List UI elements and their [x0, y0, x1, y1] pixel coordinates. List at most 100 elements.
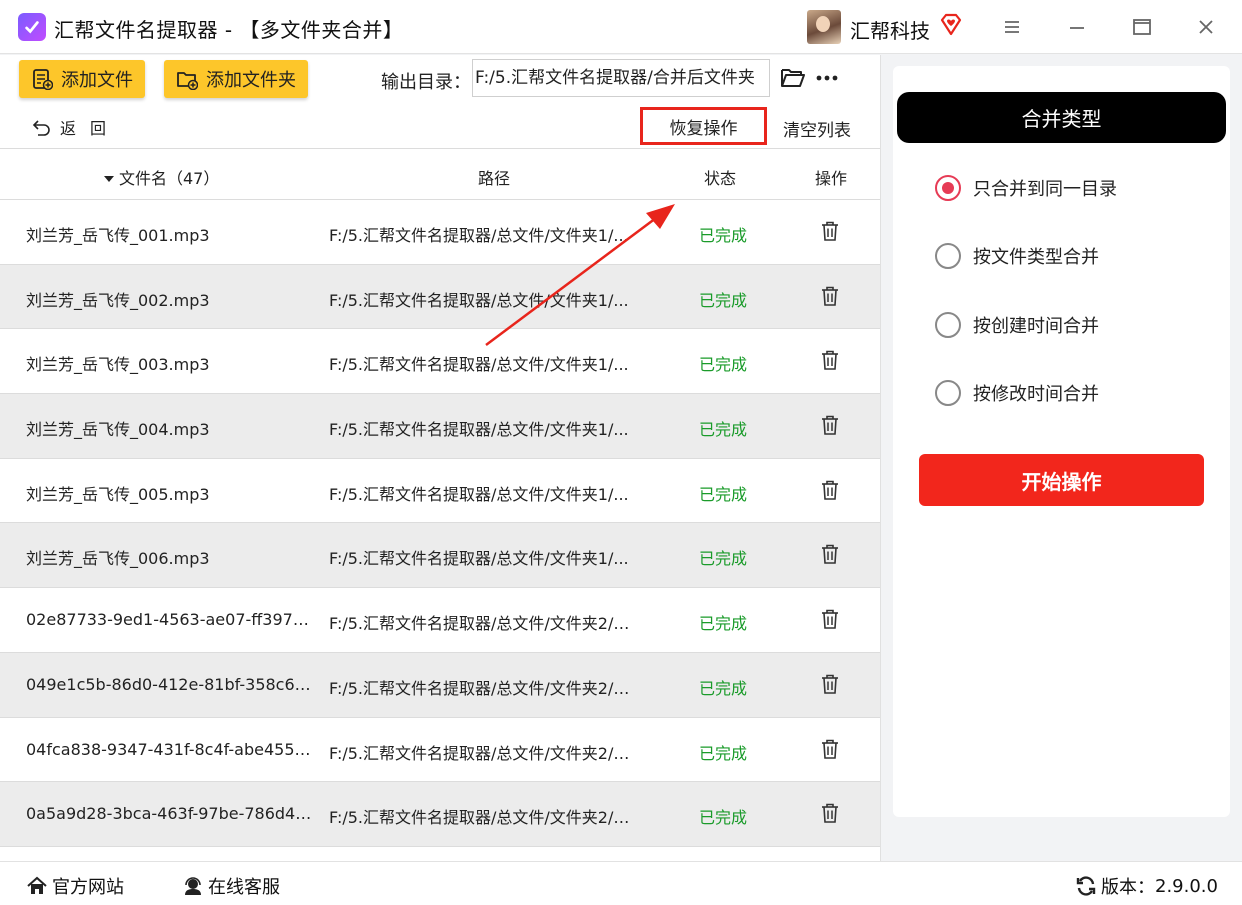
trash-icon[interactable]: [820, 673, 840, 695]
status-cell: 已完成: [699, 484, 748, 504]
caret-down-icon: [104, 176, 114, 182]
version-label: 版本：: [1101, 877, 1155, 898]
file-name-cell: 刘兰芳_岳飞传_005.mp3: [26, 484, 210, 504]
trash-icon[interactable]: [820, 349, 840, 371]
maximize-icon[interactable]: [1127, 12, 1157, 42]
clear-list-button[interactable]: 清空列表: [783, 116, 851, 141]
file-name-cell: 刘兰芳_岳飞传_003.mp3: [26, 355, 210, 375]
radio-button[interactable]: [935, 312, 961, 338]
file-path-cell: F:/5.汇帮文件名提取器/总文件/文件夹1/...: [329, 484, 629, 504]
table-body: 刘兰芳_岳飞传_001.mp3 F:/5.汇帮文件名提取器/总文件/文件夹1/..…: [0, 200, 880, 847]
more-dots-icon[interactable]: [814, 67, 840, 89]
trash-icon[interactable]: [820, 414, 840, 436]
file-path-cell: F:/5.汇帮文件名提取器/总文件/文件夹1/...: [329, 226, 629, 245]
trash-icon[interactable]: [820, 738, 840, 760]
table-header: 文件名（47） 路径 状态 操作: [0, 148, 880, 200]
file-name-cell: 刘兰芳_岳飞传_001.mp3: [26, 226, 210, 245]
avatar[interactable]: [807, 10, 841, 44]
file-name-cell: 02e87733-9ed1-4563-ae07-ff39701c...: [26, 610, 318, 630]
table-row[interactable]: 刘兰芳_岳飞传_003.mp3 F:/5.汇帮文件名提取器/总文件/文件夹1/..…: [0, 329, 880, 395]
output-dir-label: 输出目录：: [381, 72, 471, 93]
header-action: 操作: [815, 169, 848, 188]
status-cell: 已完成: [699, 614, 748, 634]
merge-option[interactable]: 只合并到同一目录: [935, 175, 1117, 201]
website-label: 官方网站: [52, 877, 124, 898]
merge-option[interactable]: 按创建时间合并: [935, 312, 1099, 338]
merge-option-label: 只合并到同一目录: [973, 179, 1117, 200]
official-website-link[interactable]: 官方网站: [26, 873, 124, 899]
close-icon[interactable]: [1191, 12, 1221, 42]
merge-option[interactable]: 按修改时间合并: [935, 380, 1099, 406]
file-name-cell: 刘兰芳_岳飞传_006.mp3: [26, 549, 210, 569]
file-path-cell: F:/5.汇帮文件名提取器/总文件/文件夹1/...: [329, 420, 629, 440]
status-cell: 已完成: [699, 290, 748, 310]
status-cell: 已完成: [699, 226, 748, 245]
table-row[interactable]: 刘兰芳_岳飞传_002.mp3 F:/5.汇帮文件名提取器/总文件/文件夹1/..…: [0, 264, 880, 330]
table-row[interactable]: 0a5a9d28-3bca-463f-97be-786d418f... F:/5.…: [0, 782, 880, 847]
trash-icon[interactable]: [820, 285, 840, 307]
restore-button[interactable]: 恢复操作: [640, 107, 767, 145]
table-row[interactable]: 刘兰芳_岳飞传_005.mp3 F:/5.汇帮文件名提取器/总文件/文件夹1/..…: [0, 459, 880, 524]
folder-open-icon[interactable]: [780, 66, 806, 90]
home-icon: [27, 876, 47, 894]
table-row[interactable]: 04fca838-9347-431f-8c4f-abe455e2a... F:/5…: [0, 718, 880, 783]
status-cell: 已完成: [699, 355, 748, 375]
table-row[interactable]: 刘兰芳_岳飞传_001.mp3 F:/5.汇帮文件名提取器/总文件/文件夹1/..…: [0, 200, 880, 265]
file-path-cell: F:/5.汇帮文件名提取器/总文件/文件夹1/...: [329, 355, 629, 375]
headset-icon: [185, 877, 201, 895]
file-path-cell: F:/5.汇帮文件名提取器/总文件/文件夹2/0...: [329, 808, 631, 828]
version-info: 版本： 2.9.0.0: [1075, 873, 1218, 899]
add-folder-button[interactable]: 添加文件夹: [164, 60, 308, 98]
trash-icon[interactable]: [820, 543, 840, 565]
add-file-icon: [33, 69, 53, 90]
merge-option-label: 按文件类型合并: [973, 247, 1099, 268]
file-path-cell: F:/5.汇帮文件名提取器/总文件/文件夹1/...: [329, 549, 629, 569]
app-logo-icon: [18, 13, 46, 41]
status-cell: 已完成: [699, 743, 748, 763]
file-path-cell: F:/5.汇帮文件名提取器/总文件/文件夹1/...: [329, 290, 629, 310]
radio-button[interactable]: [935, 380, 961, 406]
merge-option[interactable]: 按文件类型合并: [935, 243, 1099, 269]
table-row[interactable]: 049e1c5b-86d0-412e-81bf-358c6e80... F:/5.…: [0, 652, 880, 718]
hamburger-icon[interactable]: [997, 12, 1027, 42]
status-cell: 已完成: [699, 549, 748, 569]
status-cell: 已完成: [699, 420, 748, 440]
file-path-cell: F:/5.汇帮文件名提取器/总文件/文件夹2/0...: [329, 743, 631, 763]
file-name-cell: 刘兰芳_岳飞传_004.mp3: [26, 420, 210, 440]
back-button[interactable]: 返回: [32, 115, 120, 139]
trash-icon[interactable]: [820, 802, 840, 824]
table-row[interactable]: 02e87733-9ed1-4563-ae07-ff39701c... F:/5.…: [0, 588, 880, 653]
user-name[interactable]: 汇帮科技: [850, 15, 930, 44]
add-file-label: 添加文件: [61, 70, 133, 91]
table-row[interactable]: 刘兰芳_岳飞传_004.mp3 F:/5.汇帮文件名提取器/总文件/文件夹1/..…: [0, 394, 880, 459]
file-path-cell: F:/5.汇帮文件名提取器/总文件/文件夹2/0...: [329, 614, 631, 634]
back-label: 返回: [60, 119, 121, 138]
table-row[interactable]: 刘兰芳_岳飞传_006.mp3 F:/5.汇帮文件名提取器/总文件/文件夹1/..…: [0, 523, 880, 589]
file-table: 文件名（47） 路径 状态 操作 刘兰芳_岳飞传_001.mp3 F:/5.汇帮文…: [0, 148, 880, 847]
trash-icon[interactable]: [820, 220, 840, 242]
online-support-link[interactable]: 在线客服: [182, 873, 280, 899]
start-button[interactable]: 开始操作: [919, 454, 1204, 506]
diamond-heart-icon[interactable]: [938, 12, 964, 38]
footer: 官方网站 在线客服 版本： 2.9.0.0: [0, 861, 1242, 905]
file-list-panel: 添加文件 添加文件夹 输出目录： F:/5.汇帮文件名提取器/合并后文件夹 返回…: [0, 55, 881, 861]
add-folder-icon: [177, 72, 198, 90]
trash-icon[interactable]: [820, 479, 840, 501]
merge-type-title: 合并类型: [897, 92, 1226, 143]
add-folder-label: 添加文件夹: [206, 70, 296, 91]
radio-button[interactable]: [935, 175, 961, 201]
merge-option-label: 按创建时间合并: [973, 316, 1099, 337]
window-title: 汇帮文件名提取器 - 【多文件夹合并】: [54, 18, 404, 42]
output-dir-field[interactable]: F:/5.汇帮文件名提取器/合并后文件夹: [472, 59, 770, 97]
merge-option-label: 按修改时间合并: [973, 384, 1099, 405]
minimize-icon[interactable]: [1062, 12, 1092, 42]
file-name-cell: 049e1c5b-86d0-412e-81bf-358c6e80...: [26, 674, 318, 694]
file-path-cell: F:/5.汇帮文件名提取器/总文件/文件夹2/0...: [329, 678, 631, 698]
header-name[interactable]: 文件名（47）: [104, 165, 219, 189]
radio-button[interactable]: [935, 243, 961, 269]
back-arrow-icon: [32, 120, 50, 136]
trash-icon[interactable]: [820, 608, 840, 630]
support-label: 在线客服: [208, 877, 280, 898]
refresh-icon[interactable]: [1075, 875, 1097, 897]
add-file-button[interactable]: 添加文件: [19, 60, 145, 98]
